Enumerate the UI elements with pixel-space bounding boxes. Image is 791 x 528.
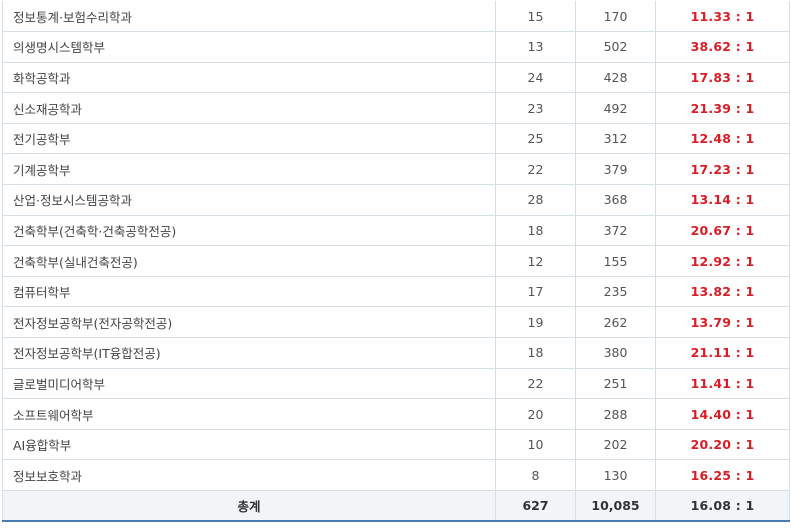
applicants-cell: 288 — [575, 398, 656, 430]
total-label: 총계 — [2, 490, 496, 523]
table-row: AI융합학부 10 202 20.20 : 1 — [2, 429, 790, 461]
department-cell: 화학공학과 — [2, 62, 496, 94]
quota-cell: 15 — [495, 1, 576, 33]
quota-cell: 22 — [495, 153, 576, 186]
applicants-cell: 428 — [575, 62, 656, 94]
competition-rate-cell: 12.48 : 1 — [655, 123, 790, 155]
competition-rate-cell: 21.39 : 1 — [655, 92, 790, 124]
department-cell: AI융합학부 — [2, 429, 496, 461]
competition-rate-cell: 11.33 : 1 — [655, 1, 790, 33]
department-cell: 글로벌미디어학부 — [2, 368, 496, 400]
table-row: 의생명시스템학부 13 502 38.62 : 1 — [2, 31, 790, 63]
competition-rate-cell: 20.20 : 1 — [655, 429, 790, 461]
competition-rate-cell: 20.67 : 1 — [655, 215, 790, 247]
quota-cell: 25 — [495, 123, 576, 155]
competition-rate-cell: 17.83 : 1 — [655, 62, 790, 94]
quota-cell: 8 — [495, 459, 576, 491]
competition-rate-cell: 14.40 : 1 — [655, 398, 790, 430]
quota-cell: 23 — [495, 92, 576, 124]
competition-rate-cell: 16.25 : 1 — [655, 459, 790, 491]
table-row: 신소재공학과 23 492 21.39 : 1 — [2, 92, 790, 124]
applicants-cell: 262 — [575, 306, 656, 339]
table-row: 건축학부(실내건축전공) 12 155 12.92 : 1 — [2, 245, 790, 277]
quota-cell: 24 — [495, 62, 576, 94]
quota-cell: 10 — [495, 429, 576, 461]
applicants-cell: 170 — [575, 1, 656, 33]
quota-cell: 18 — [495, 337, 576, 369]
competition-rate-table: 정보통계·보험수리학과 15 170 11.33 : 1 의생명시스템학부 13 502 38… — [2, 1, 790, 523]
applicants-cell: 235 — [575, 276, 656, 308]
table-row: 글로벌미디어학부 22 251 11.41 : 1 — [2, 368, 790, 400]
table-row: 소프트웨어학부 20 288 14.40 : 1 — [2, 398, 790, 430]
applicants-cell: 368 — [575, 184, 656, 216]
quota-cell: 19 — [495, 306, 576, 339]
table-row: 건축학부(건축학·건축공학전공) 18 372 20.67 : 1 — [2, 215, 790, 247]
quota-cell: 28 — [495, 184, 576, 216]
department-cell: 소프트웨어학부 — [2, 398, 496, 430]
table-row: 전기공학부 25 312 12.48 : 1 — [2, 123, 790, 155]
table-row: 전자정보공학부(IT융합전공) 18 380 21.11 : 1 — [2, 337, 790, 369]
applicants-cell: 380 — [575, 337, 656, 369]
total-applicants: 10,085 — [575, 490, 656, 523]
table-row: 컴퓨터학부 17 235 13.82 : 1 — [2, 276, 790, 308]
competition-rate-cell: 11.41 : 1 — [655, 368, 790, 400]
department-cell: 신소재공학과 — [2, 92, 496, 124]
competition-rate-cell: 13.14 : 1 — [655, 184, 790, 216]
quota-cell: 17 — [495, 276, 576, 308]
applicants-cell: 130 — [575, 459, 656, 491]
department-cell: 전자정보공학부(전자공학전공) — [2, 306, 496, 339]
competition-rate-table-container: 정보통계·보험수리학과 15 170 11.33 : 1 의생명시스템학부 13 502 38… — [0, 0, 791, 528]
competition-rate-cell: 13.79 : 1 — [655, 306, 790, 339]
total-row: 총계 627 10,085 16.08 : 1 — [2, 490, 790, 523]
department-cell: 건축학부(실내건축전공) — [2, 245, 496, 277]
department-cell: 전자정보공학부(IT융합전공) — [2, 337, 496, 369]
competition-rate-cell: 13.82 : 1 — [655, 276, 790, 308]
table-row: 기계공학부 22 379 17.23 : 1 — [2, 153, 790, 186]
table-row: 정보보호학과 8 130 16.25 : 1 — [2, 459, 790, 491]
total-rate: 16.08 : 1 — [655, 490, 790, 523]
competition-rate-cell: 17.23 : 1 — [655, 153, 790, 186]
department-cell: 건축학부(건축학·건축공학전공) — [2, 215, 496, 247]
quota-cell: 18 — [495, 215, 576, 247]
total-quota: 627 — [495, 490, 576, 523]
applicants-cell: 155 — [575, 245, 656, 277]
table-row: 산업·정보시스템공학과 28 368 13.14 : 1 — [2, 184, 790, 216]
department-cell: 기계공학부 — [2, 153, 496, 186]
applicants-cell: 379 — [575, 153, 656, 186]
competition-rate-cell: 12.92 : 1 — [655, 245, 790, 277]
quota-cell: 22 — [495, 368, 576, 400]
department-cell: 의생명시스템학부 — [2, 31, 496, 63]
department-cell: 산업·정보시스템공학과 — [2, 184, 496, 216]
applicants-cell: 492 — [575, 92, 656, 124]
table-row: 화학공학과 24 428 17.83 : 1 — [2, 62, 790, 94]
applicants-cell: 251 — [575, 368, 656, 400]
table-body: 정보통계·보험수리학과 15 170 11.33 : 1 의생명시스템학부 13 502 38… — [2, 1, 790, 523]
department-cell: 정보통계·보험수리학과 — [2, 1, 496, 33]
competition-rate-cell: 38.62 : 1 — [655, 31, 790, 63]
applicants-cell: 312 — [575, 123, 656, 155]
competition-rate-cell: 21.11 : 1 — [655, 337, 790, 369]
department-cell: 정보보호학과 — [2, 459, 496, 491]
table-row: 전자정보공학부(전자공학전공) 19 262 13.79 : 1 — [2, 306, 790, 339]
table-row: 정보통계·보험수리학과 15 170 11.33 : 1 — [2, 1, 790, 33]
department-cell: 컴퓨터학부 — [2, 276, 496, 308]
applicants-cell: 502 — [575, 31, 656, 63]
department-cell: 전기공학부 — [2, 123, 496, 155]
quota-cell: 20 — [495, 398, 576, 430]
quota-cell: 12 — [495, 245, 576, 277]
applicants-cell: 372 — [575, 215, 656, 247]
applicants-cell: 202 — [575, 429, 656, 461]
quota-cell: 13 — [495, 31, 576, 63]
